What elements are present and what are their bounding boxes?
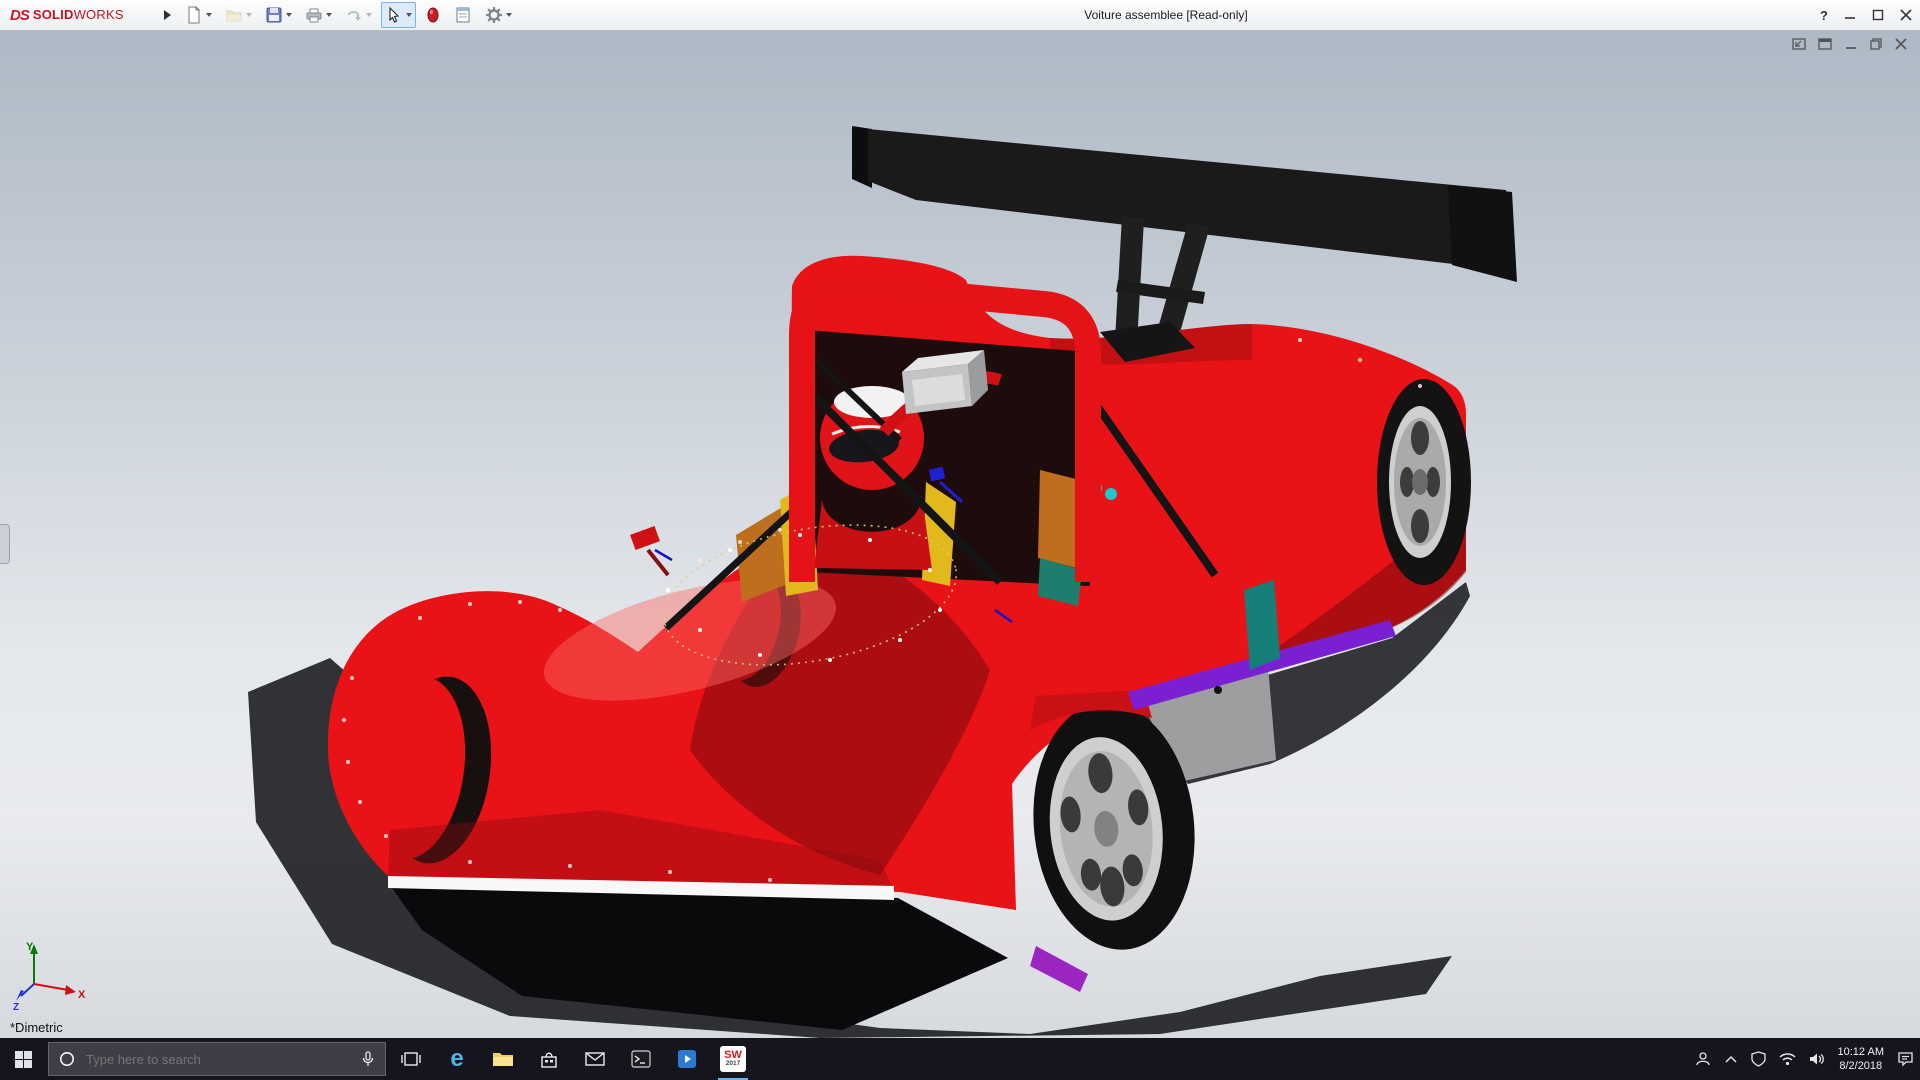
save-caret-icon[interactable] (286, 13, 292, 17)
minimize-button[interactable] (1844, 9, 1856, 21)
drawing-sheet-button[interactable] (450, 2, 476, 28)
print-caret-icon[interactable] (326, 13, 332, 17)
orientation-triad: Y X Z (12, 938, 92, 1010)
sw-badge-year: 2017 (726, 1061, 740, 1068)
clock-time: 10:12 AM (1838, 1045, 1884, 1059)
options-button[interactable] (481, 2, 516, 28)
new-document-icon (185, 6, 203, 24)
close-icon[interactable] (1894, 37, 1908, 51)
solidworks-app-button[interactable]: SW 2017 (710, 1038, 756, 1080)
open-folder-icon (225, 6, 243, 24)
float-window-icon[interactable] (1818, 37, 1833, 51)
dock-window-icon[interactable] (1792, 37, 1807, 51)
minimize-icon[interactable] (1844, 37, 1858, 51)
graphics-viewport[interactable]: Y X Z *Dimetric (0, 30, 1920, 1038)
ds-logo-icon: DS (10, 7, 29, 24)
select-tool-button[interactable] (381, 2, 416, 28)
rear-far-wheel (1377, 379, 1471, 585)
undo-button[interactable] (341, 2, 376, 28)
cortana-circle-icon (59, 1051, 75, 1067)
restore-icon[interactable] (1869, 37, 1883, 51)
triad-y-label: Y (26, 941, 34, 953)
command-prompt-icon (631, 1050, 651, 1068)
start-icon (15, 1051, 32, 1068)
media-player-icon (677, 1049, 697, 1069)
appearance-icon (425, 6, 441, 24)
print-button[interactable] (301, 2, 336, 28)
file-explorer-button[interactable] (480, 1038, 526, 1080)
logo-text-solid: SOLID (33, 7, 74, 22)
help-button[interactable]: ? (1820, 9, 1828, 22)
appearance-button[interactable] (421, 2, 445, 28)
logo-text-works: WORKS (74, 7, 124, 22)
select-caret-icon[interactable] (406, 13, 412, 17)
start-button[interactable] (0, 1038, 46, 1080)
quick-toolbar (181, 2, 516, 28)
clock-date: 8/2/2018 (1838, 1059, 1884, 1073)
system-tray: 10:12 AM 8/2/2018 (1695, 1045, 1920, 1073)
notification-center-icon[interactable] (1897, 1051, 1914, 1067)
command-prompt-button[interactable] (618, 1038, 664, 1080)
open-button[interactable] (221, 2, 256, 28)
store-icon (540, 1050, 558, 1069)
close-button[interactable] (1900, 9, 1912, 21)
drawing-sheet-icon (454, 6, 472, 24)
chevron-up-icon[interactable] (1724, 1054, 1738, 1064)
microphone-icon[interactable] (361, 1051, 375, 1067)
document-window-controls (1792, 37, 1908, 51)
cyan-marker (1105, 488, 1117, 500)
front-splitter (392, 888, 1008, 1030)
triad-z-label: Z (13, 1002, 19, 1010)
defender-shield-icon[interactable] (1751, 1051, 1766, 1067)
select-arrow-icon (385, 6, 403, 24)
undo-icon (345, 6, 363, 24)
mail-icon (585, 1051, 605, 1067)
side-mirror (630, 526, 668, 575)
edge-button[interactable]: e (434, 1038, 480, 1080)
car-model-render (0, 30, 1920, 1038)
new-document-button[interactable] (181, 2, 216, 28)
volume-icon[interactable] (1809, 1052, 1825, 1066)
view-orientation-label: *Dimetric (10, 1020, 63, 1035)
save-button[interactable] (261, 2, 296, 28)
side-window (1244, 580, 1280, 670)
task-view-icon (401, 1050, 421, 1068)
titlebar[interactable]: DS SOLIDWORKS (0, 0, 1920, 31)
solidworks-app-icon: SW 2017 (720, 1046, 746, 1072)
new-caret-icon[interactable] (206, 13, 212, 17)
window-controls: ? (1820, 0, 1912, 30)
triad-x-label: X (78, 989, 86, 1001)
print-icon (305, 6, 323, 24)
network-icon[interactable] (1779, 1052, 1796, 1066)
options-caret-icon[interactable] (506, 13, 512, 17)
taskbar-search[interactable] (48, 1042, 386, 1076)
people-icon[interactable] (1695, 1051, 1711, 1067)
purple-lower-streak (1030, 946, 1088, 992)
taskbar-clock[interactable]: 10:12 AM 8/2/2018 (1838, 1045, 1884, 1073)
store-button[interactable] (526, 1038, 572, 1080)
mail-button[interactable] (572, 1038, 618, 1080)
search-input[interactable] (84, 1051, 352, 1068)
open-caret-icon (246, 13, 252, 17)
save-icon (265, 6, 283, 24)
file-explorer-icon (492, 1050, 514, 1068)
solidworks-logo: DS SOLIDWORKS (0, 6, 160, 24)
panel-collapse-tab[interactable] (0, 524, 10, 564)
options-gear-icon (485, 6, 503, 24)
screen: DS SOLIDWORKS (0, 0, 1920, 1080)
maximize-button[interactable] (1872, 9, 1884, 21)
undo-caret-icon (366, 13, 372, 17)
task-view-button[interactable] (388, 1038, 434, 1080)
media-player-button[interactable] (664, 1038, 710, 1080)
side-fastener (1214, 686, 1222, 694)
menu-expand-icon[interactable] (164, 10, 171, 20)
window-title: Voiture assemblee [Read-only] (1084, 8, 1247, 22)
edge-icon: e (450, 1047, 463, 1071)
windows-taskbar: e (0, 1038, 1920, 1080)
